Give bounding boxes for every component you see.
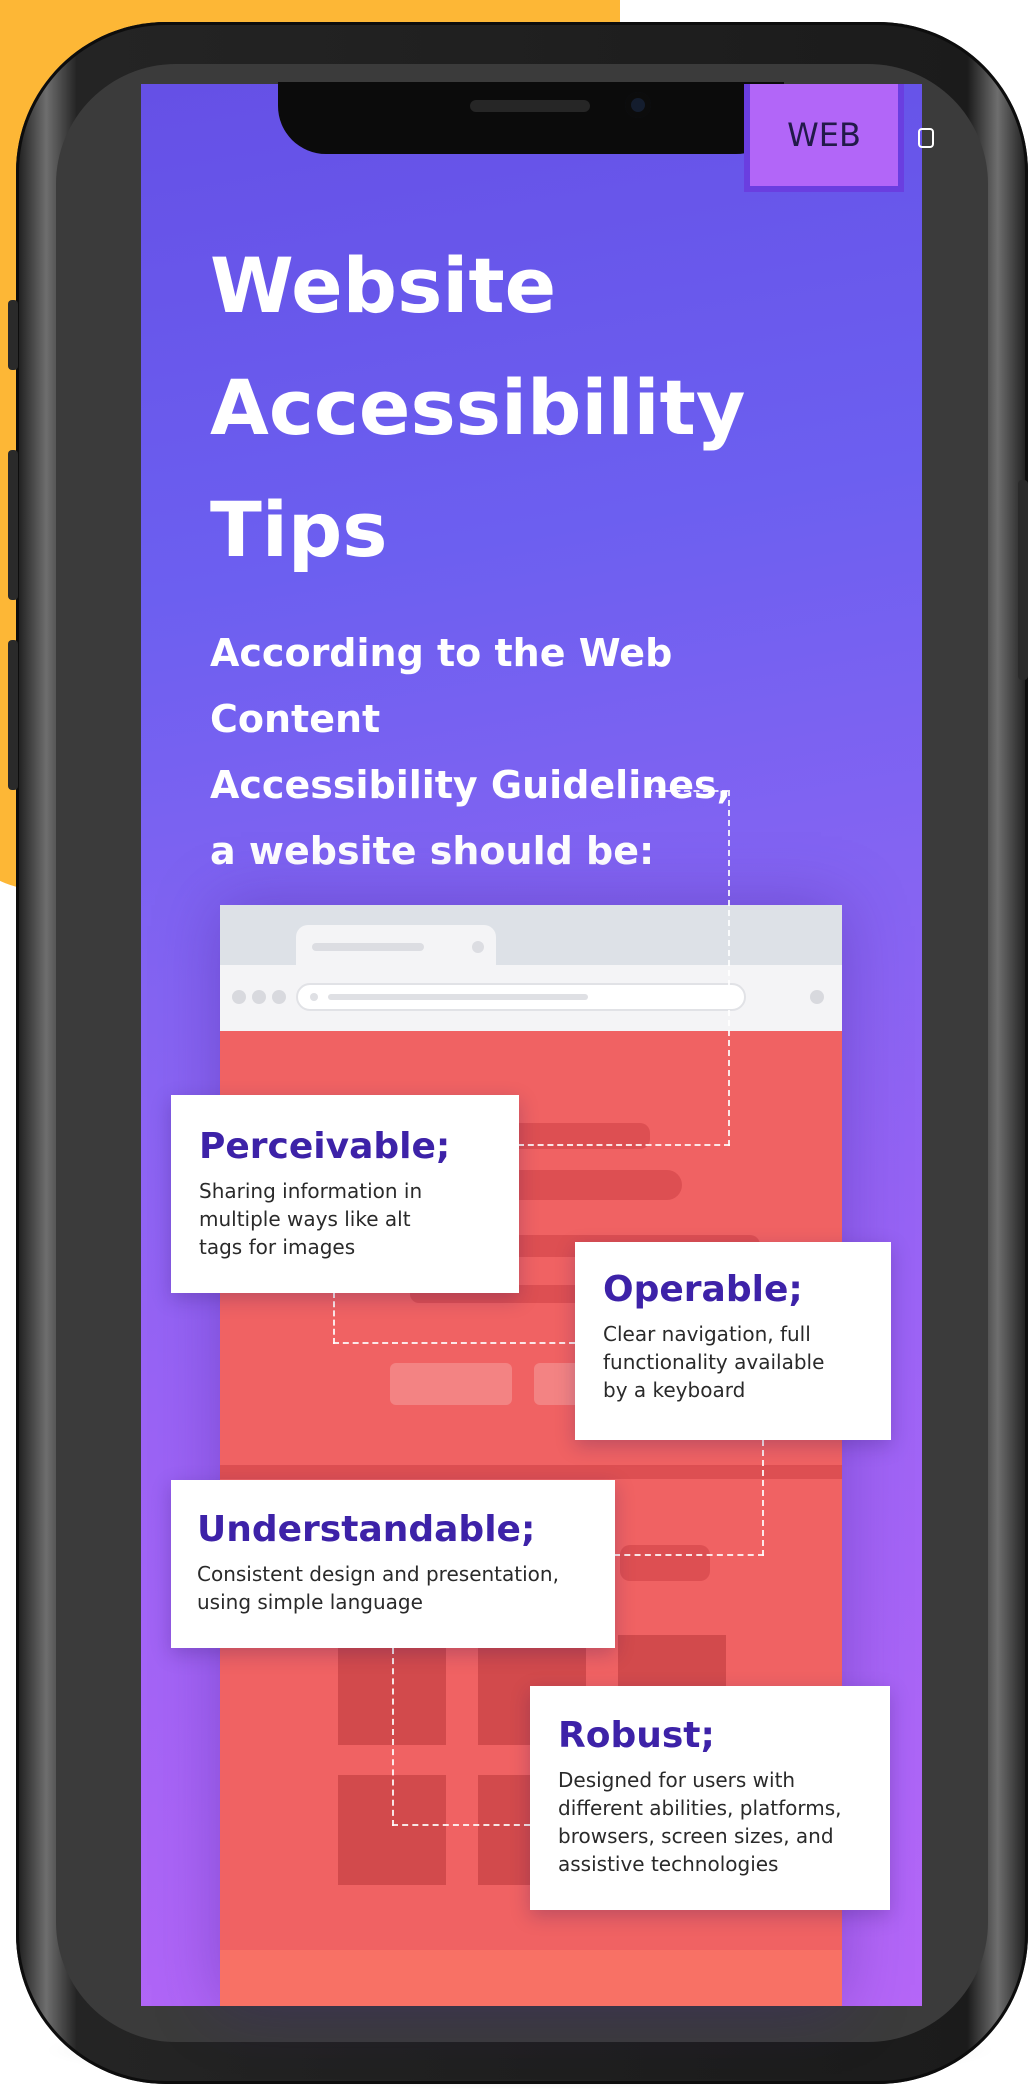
title-line: Accessibility (210, 363, 746, 452)
intro-text: According to the Web Content Accessibili… (210, 620, 850, 884)
menu-dot-icon (810, 990, 824, 1004)
description-line: Sharing information in (199, 1179, 423, 1203)
description-line: tags for images (199, 1235, 356, 1259)
principle-description: Clear navigation, full functionality ava… (603, 1320, 863, 1404)
volume-up-button (8, 450, 18, 600)
description-line: browsers, screen sizes, and (558, 1824, 834, 1848)
infographic-stage: Website Accessibility Tips According to … (0, 0, 1035, 2099)
description-line: using simple language (197, 1590, 423, 1614)
principle-title: Robust; (558, 1715, 715, 1756)
principle-description: Sharing information in multiple ways lik… (199, 1177, 491, 1261)
principle-card-operable: Operable; Clear navigation, full functio… (575, 1242, 891, 1440)
title-line: Tips (210, 485, 388, 574)
connector-line (333, 1342, 575, 1344)
connector-line (392, 1648, 394, 1826)
content-placeholder (620, 1545, 710, 1581)
button-placeholder (390, 1363, 512, 1405)
intro-line: Accessibility Guidelines, (210, 763, 732, 807)
camera-icon (625, 92, 651, 118)
description-line: Designed for users with (558, 1768, 796, 1792)
web-tag: WEB (744, 84, 904, 192)
section-divider (220, 1465, 842, 1479)
phone-notch (278, 82, 784, 154)
power-button (1018, 480, 1028, 680)
url-dot-icon (310, 993, 318, 1001)
description-line: Consistent design and presentation, (197, 1562, 559, 1586)
intro-line: According to the Web Content (210, 631, 673, 741)
description-line: different abilities, platforms, (558, 1796, 842, 1820)
connector-line (518, 1144, 730, 1146)
title-line: Website (210, 241, 557, 330)
intro-line: a website should be: (210, 829, 655, 873)
url-placeholder (328, 994, 588, 1000)
description-line: functionality available (603, 1350, 825, 1374)
connector-line (646, 790, 728, 792)
tab-title-placeholder (312, 943, 424, 951)
connector-line (762, 1440, 764, 1556)
description-line: by a keyboard (603, 1378, 746, 1402)
principle-title: Operable; (603, 1269, 803, 1310)
browser-tab (296, 925, 496, 969)
connector-line (614, 1554, 764, 1556)
description-line: multiple ways like alt (199, 1207, 411, 1231)
principle-card-perceivable: Perceivable; Sharing information in mult… (171, 1095, 519, 1293)
principle-card-understandable: Understandable; Consistent design and pr… (171, 1480, 615, 1648)
principle-description: Designed for users with different abilit… (558, 1766, 864, 1878)
description-line: Clear navigation, full (603, 1322, 811, 1346)
mute-switch (8, 300, 18, 370)
window-dot-icon (272, 990, 286, 1004)
principle-description: Consistent design and presentation, usin… (197, 1560, 589, 1616)
principle-title: Perceivable; (199, 1126, 451, 1167)
url-field (296, 983, 746, 1011)
battery-icon (918, 128, 934, 148)
window-dot-icon (252, 990, 266, 1004)
connector-line (392, 1824, 530, 1826)
description-line: assistive technologies (558, 1852, 779, 1876)
speaker-icon (470, 100, 590, 112)
volume-down-button (8, 640, 18, 790)
principle-card-robust: Robust; Designed for users with differen… (530, 1686, 890, 1910)
window-dot-icon (232, 990, 246, 1004)
connector-line (333, 1292, 335, 1344)
tab-close-icon (472, 941, 484, 953)
browser-footer (220, 1950, 842, 2006)
principle-title: Understandable; (197, 1509, 536, 1550)
page-title: Website Accessibility Tips (210, 225, 810, 591)
connector-line (728, 790, 730, 1146)
